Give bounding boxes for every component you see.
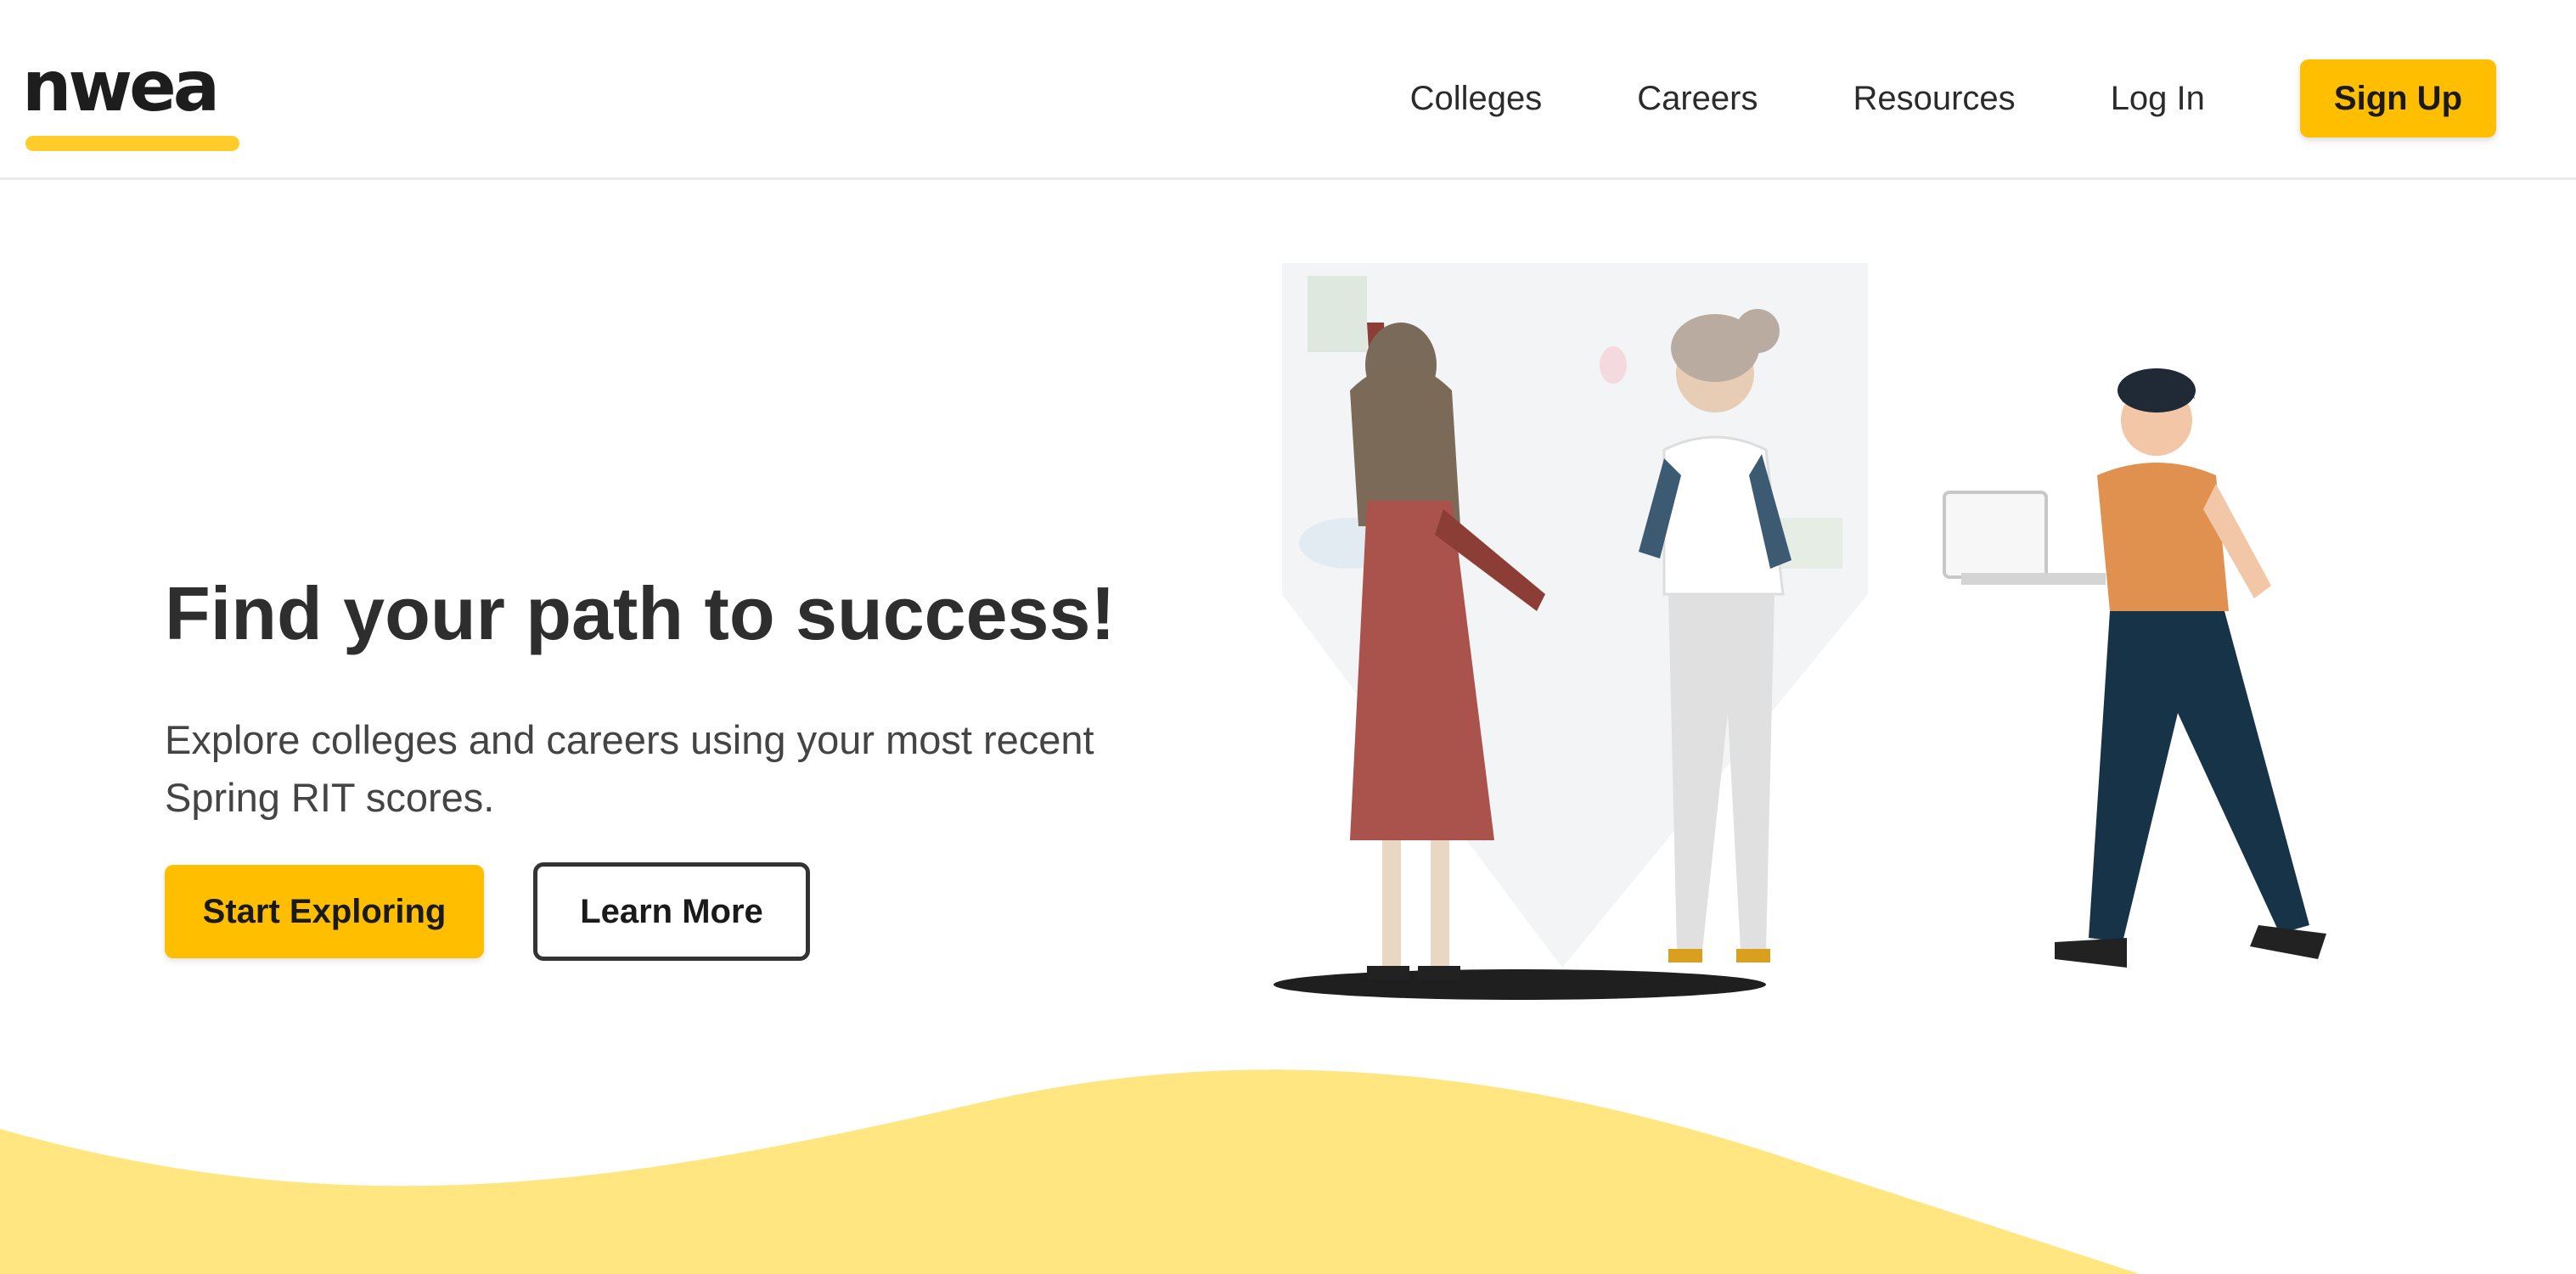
- site-header: nwea Colleges Careers Resources Log In S…: [0, 0, 2576, 180]
- man-with-laptop-figure: [1943, 368, 2326, 968]
- yellow-wave: [0, 1069, 2140, 1274]
- nav-login-link[interactable]: Log In: [2111, 73, 2205, 124]
- nwea-logo[interactable]: nwea: [22, 47, 239, 151]
- hero-subtitle: Explore colleges and careers using your …: [165, 717, 1094, 820]
- logo-text: nwea: [22, 47, 220, 127]
- hero-illustration: [1274, 263, 2326, 1000]
- start-exploring-button[interactable]: Start Exploring: [165, 865, 484, 958]
- main-nav: Colleges Careers Resources Log In Sign U…: [1410, 59, 2496, 138]
- nav-colleges-link[interactable]: Colleges: [1410, 73, 1543, 124]
- nav-resources-link[interactable]: Resources: [1853, 73, 2015, 124]
- nav-careers-link[interactable]: Careers: [1637, 73, 1758, 124]
- logo-underline: [25, 136, 239, 151]
- sign-up-button[interactable]: Sign Up: [2299, 59, 2496, 138]
- floor-shadow: [1274, 969, 1766, 1000]
- learn-more-button[interactable]: Learn More: [533, 862, 810, 961]
- hero-title: Find your path to success!: [165, 571, 1116, 655]
